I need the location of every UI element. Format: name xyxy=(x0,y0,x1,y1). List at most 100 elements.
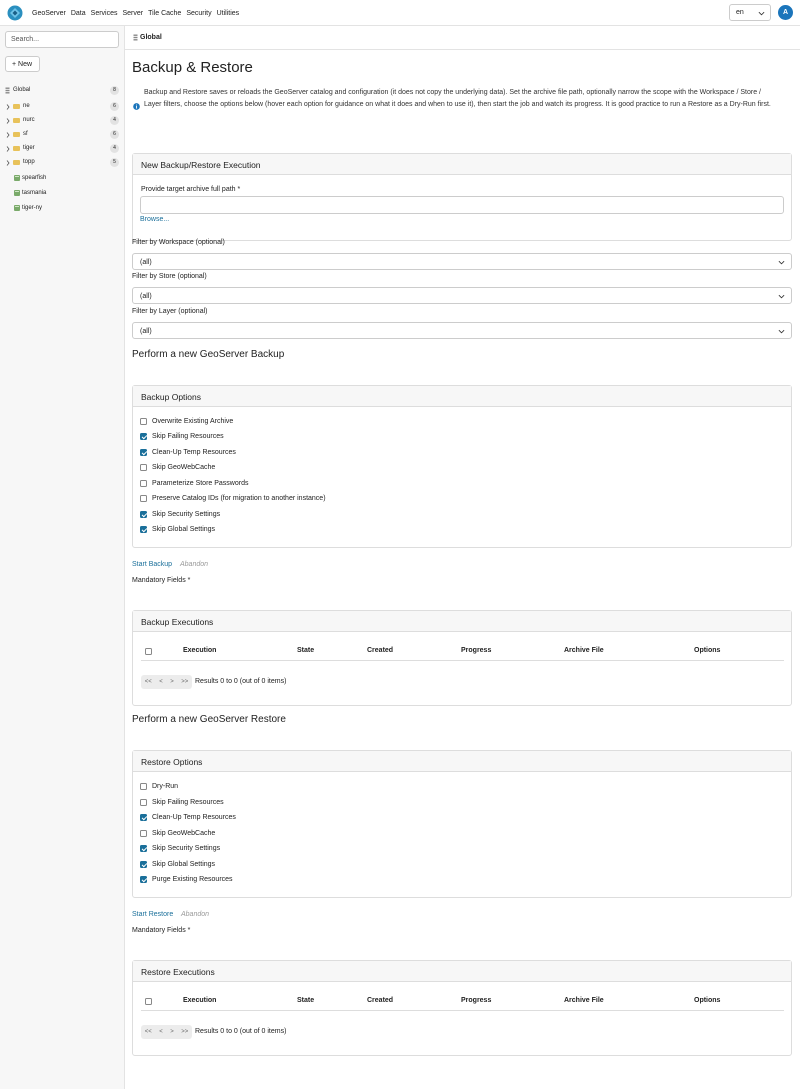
backup-option-skip-global[interactable]: Skip Global Settings xyxy=(140,524,215,535)
backup-option-overwrite[interactable]: Overwrite Existing Archive xyxy=(140,416,233,427)
sidebar-item-tasmania[interactable]: tasmania xyxy=(0,187,125,201)
option-label: Parameterize Store Passwords xyxy=(152,480,249,487)
start-backup-link[interactable]: Start Backup xyxy=(132,561,172,568)
sidebar-item-topp[interactable]: topp 5 xyxy=(0,156,125,170)
restore-option-cleanup-temp[interactable]: Clean-Up Temp Resources xyxy=(140,812,236,823)
prev-page-button[interactable]: < xyxy=(159,679,163,685)
sidebar-item-label: tiger-ny xyxy=(22,205,43,211)
sidebar-item-spearfish[interactable]: spearfish xyxy=(0,172,125,186)
search-input[interactable]: Search... xyxy=(5,31,119,48)
chevron-right-icon[interactable] xyxy=(6,118,10,124)
nav-data[interactable]: Data xyxy=(71,10,86,17)
sidebar-item-ne[interactable]: ne 6 xyxy=(0,100,125,114)
column-header-archive-file[interactable]: Archive File xyxy=(564,647,604,654)
language-select[interactable]: en xyxy=(729,4,771,21)
sidebar-item-sf[interactable]: sf 6 xyxy=(0,128,125,142)
chevron-right-icon[interactable] xyxy=(6,132,10,138)
checkbox[interactable] xyxy=(140,783,147,790)
checkbox[interactable] xyxy=(140,526,147,533)
geoserver-logo-icon[interactable] xyxy=(7,5,23,21)
layer-filter-value: (all) xyxy=(140,328,152,335)
option-label: Skip Failing Resources xyxy=(152,433,224,440)
chevron-right-icon[interactable] xyxy=(6,104,10,110)
prev-page-button[interactable]: < xyxy=(159,1029,163,1035)
select-all-checkbox[interactable] xyxy=(145,648,152,655)
start-restore-link[interactable]: Start Restore xyxy=(132,911,173,918)
checkbox[interactable] xyxy=(140,511,147,518)
workspace-filter-label: Filter by Workspace (optional) xyxy=(132,239,225,246)
backup-option-cleanup-temp[interactable]: Clean-Up Temp Resources xyxy=(140,447,236,458)
sidebar-item-nurc[interactable]: nurc 4 xyxy=(0,114,125,128)
column-header-options[interactable]: Options xyxy=(694,647,720,654)
column-header-execution[interactable]: Execution xyxy=(183,997,216,1004)
column-header-execution[interactable]: Execution xyxy=(183,647,216,654)
abandon-backup-link: Abandon xyxy=(180,561,209,568)
restore-option-purge-existing[interactable]: Purge Existing Resources xyxy=(140,874,233,885)
column-header-state[interactable]: State xyxy=(297,997,314,1004)
restore-option-skip-security[interactable]: Skip Security Settings xyxy=(140,843,220,854)
sidebar-item-label: ne xyxy=(23,103,30,109)
checkbox[interactable] xyxy=(140,433,147,440)
nav-server[interactable]: Server xyxy=(123,10,144,17)
checkbox[interactable] xyxy=(140,876,147,883)
new-button[interactable]: + New xyxy=(5,56,40,72)
nav-security[interactable]: Security xyxy=(186,10,211,17)
column-header-progress[interactable]: Progress xyxy=(461,997,491,1004)
store-filter-select[interactable]: (all) xyxy=(132,287,792,304)
results-summary: Results 0 to 0 (out of 0 items) xyxy=(195,1028,287,1035)
next-page-button[interactable]: > xyxy=(170,1029,174,1035)
checkbox[interactable] xyxy=(140,830,147,837)
column-header-progress[interactable]: Progress xyxy=(461,647,491,654)
column-header-created[interactable]: Created xyxy=(367,997,393,1004)
last-page-button[interactable]: >> xyxy=(181,1029,188,1035)
workspace-filter-select[interactable]: (all) xyxy=(132,253,792,270)
column-header-state[interactable]: State xyxy=(297,647,314,654)
checkbox[interactable] xyxy=(140,464,147,471)
checkbox[interactable] xyxy=(140,418,147,425)
archive-path-label: Provide target archive full path * xyxy=(141,186,241,193)
checkbox[interactable] xyxy=(140,861,147,868)
column-header-created[interactable]: Created xyxy=(367,647,393,654)
first-page-button[interactable]: << xyxy=(145,679,152,685)
checkbox[interactable] xyxy=(140,495,147,502)
layer-filter-select[interactable]: (all) xyxy=(132,322,792,339)
last-page-button[interactable]: >> xyxy=(181,679,188,685)
nav-utilities[interactable]: Utilities xyxy=(217,10,240,17)
restore-option-dry-run[interactable]: Dry-Run xyxy=(140,781,178,792)
backup-option-skip-gwc[interactable]: Skip GeoWebCache xyxy=(140,462,215,473)
chevron-right-icon[interactable] xyxy=(6,160,10,166)
browse-link[interactable]: Browse... xyxy=(140,216,169,223)
checkbox[interactable] xyxy=(140,480,147,487)
backup-option-preserve-ids[interactable]: Preserve Catalog IDs (for migration to a… xyxy=(140,493,326,504)
checkbox[interactable] xyxy=(140,799,147,806)
chevron-right-icon[interactable] xyxy=(6,146,10,152)
panel-title: Restore Executions xyxy=(133,961,791,982)
breadcrumb-global[interactable]: Global xyxy=(140,34,162,41)
next-page-button[interactable]: > xyxy=(170,679,174,685)
sidebar-item-tiger[interactable]: tiger 4 xyxy=(0,142,125,156)
column-header-options[interactable]: Options xyxy=(694,997,720,1004)
backup-option-parameterize-passwords[interactable]: Parameterize Store Passwords xyxy=(140,478,248,489)
checkbox[interactable] xyxy=(140,845,147,852)
backup-option-skip-security[interactable]: Skip Security Settings xyxy=(140,509,220,520)
backup-option-skip-failing[interactable]: Skip Failing Resources xyxy=(140,431,224,442)
first-page-button[interactable]: << xyxy=(145,1029,152,1035)
restore-section-title: Perform a new GeoServer Restore xyxy=(132,714,286,725)
checkbox[interactable] xyxy=(140,449,147,456)
column-header-archive-file[interactable]: Archive File xyxy=(564,997,604,1004)
option-label: Skip GeoWebCache xyxy=(152,464,216,471)
restore-option-skip-failing[interactable]: Skip Failing Resources xyxy=(140,797,224,808)
sidebar-item-global[interactable]: Global 8 xyxy=(0,84,125,98)
nav-tile-cache[interactable]: Tile Cache xyxy=(148,10,181,17)
sidebar-item-tiger-ny[interactable]: tiger-ny xyxy=(0,202,125,216)
archive-path-input[interactable] xyxy=(140,196,784,214)
nav-geoserver[interactable]: GeoServer xyxy=(32,10,66,17)
avatar[interactable]: A xyxy=(778,5,793,20)
results-summary: Results 0 to 0 (out of 0 items) xyxy=(195,678,287,685)
count-badge: 6 xyxy=(110,102,119,111)
select-all-checkbox[interactable] xyxy=(145,998,152,1005)
checkbox[interactable] xyxy=(140,814,147,821)
restore-option-skip-gwc[interactable]: Skip GeoWebCache xyxy=(140,828,215,839)
restore-option-skip-global[interactable]: Skip Global Settings xyxy=(140,859,215,870)
nav-services[interactable]: Services xyxy=(91,10,118,17)
